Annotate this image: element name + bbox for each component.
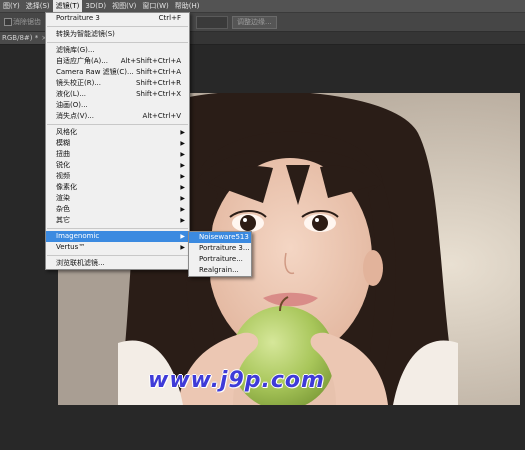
menu-separator xyxy=(47,124,188,125)
menu-item-distort[interactable]: 扭曲 ▶ xyxy=(46,149,189,160)
menu-item-blur[interactable]: 模糊 ▶ xyxy=(46,138,189,149)
imagenomic-submenu: Noiseware513 Portraiture 3... Portraitur… xyxy=(188,231,252,277)
menu-3d[interactable]: 3D(D) xyxy=(82,0,109,12)
menu-item-shortcut: Shift+Ctrl+X xyxy=(136,90,181,98)
menu-item-label: 转换为智能滤镜(S) xyxy=(56,30,115,38)
antialias-checkbox[interactable] xyxy=(4,18,12,26)
menu-item-label: Imagenomic xyxy=(56,232,100,240)
menu-filter[interactable]: 滤镜(T) xyxy=(52,0,83,12)
menu-item-label: 模糊 xyxy=(56,139,70,147)
menu-item-label: Portraiture... xyxy=(199,255,243,263)
submenu-arrow-icon: ▶ xyxy=(180,173,185,180)
menu-item-shortcut: Shift+Ctrl+A xyxy=(136,68,181,76)
menu-separator xyxy=(47,255,188,256)
submenu-arrow-icon: ▶ xyxy=(180,151,185,158)
menu-item-label: Portraiture 3... xyxy=(199,244,250,252)
menu-help[interactable]: 帮助(H) xyxy=(172,0,203,12)
submenu-arrow-icon: ▶ xyxy=(180,140,185,147)
menu-item-label: Vertus™ xyxy=(56,243,86,251)
watermark-text: www.j9p.com xyxy=(148,368,325,393)
menu-separator xyxy=(47,228,188,229)
submenu-arrow-icon: ▶ xyxy=(180,184,185,191)
menu-item-label: 视频 xyxy=(56,172,70,180)
menu-item-vertus[interactable]: Vertus™ ▶ xyxy=(46,242,189,253)
menu-item-pixelate[interactable]: 像素化 ▶ xyxy=(46,182,189,193)
menu-item-liquify[interactable]: 液化(L)... Shift+Ctrl+X xyxy=(46,89,189,100)
menu-item-label: 消失点(V)... xyxy=(56,112,94,120)
menu-item-camera-raw[interactable]: Camera Raw 滤镜(C)... Shift+Ctrl+A xyxy=(46,67,189,78)
menu-item-lens-correction[interactable]: 镜头校正(R)... Shift+Ctrl+R xyxy=(46,78,189,89)
menu-item-label: Portraiture 3 xyxy=(56,14,100,22)
filter-menu-dropdown: Portraiture 3 Ctrl+F 转换为智能滤镜(S) 滤镜库(G)..… xyxy=(45,12,190,270)
menu-item-noise[interactable]: 杂色 ▶ xyxy=(46,204,189,215)
menu-item-label: Camera Raw 滤镜(C)... xyxy=(56,68,134,76)
submenu-arrow-icon: ▶ xyxy=(180,233,185,240)
menu-separator xyxy=(47,26,188,27)
document-tab-title: RGB/8#) * xyxy=(2,34,39,42)
menu-item-filter-gallery[interactable]: 滤镜库(G)... xyxy=(46,45,189,56)
submenu-arrow-icon: ▶ xyxy=(180,162,185,169)
menu-item-label: 杂色 xyxy=(56,205,70,213)
submenu-item-portraiture[interactable]: Portraiture... xyxy=(189,254,251,265)
menu-item-label: Realgrain... xyxy=(199,266,239,274)
menu-item-label: 风格化 xyxy=(56,128,77,136)
menu-item-convert-smart[interactable]: 转换为智能滤镜(S) xyxy=(46,29,189,40)
menu-item-render[interactable]: 渲染 ▶ xyxy=(46,193,189,204)
menu-separator xyxy=(47,42,188,43)
menu-item-label: 镜头校正(R)... xyxy=(56,79,102,87)
menu-item-label: 渲染 xyxy=(56,194,70,202)
refine-edge-button[interactable]: 调整边缘... xyxy=(232,16,277,29)
submenu-item-realgrain[interactable]: Realgrain... xyxy=(189,265,251,276)
submenu-arrow-icon: ▶ xyxy=(180,206,185,213)
menu-item-label: 滤镜库(G)... xyxy=(56,46,95,54)
menu-image[interactable]: 图(Y) xyxy=(0,0,23,12)
menu-item-label: 扭曲 xyxy=(56,150,70,158)
options-field[interactable] xyxy=(196,16,228,29)
menu-item-shortcut: Shift+Ctrl+R xyxy=(136,79,181,87)
antialias-label: 消除锯齿 xyxy=(13,18,41,26)
menu-view[interactable]: 视图(V) xyxy=(109,0,139,12)
submenu-arrow-icon: ▶ xyxy=(180,244,185,251)
menu-item-shortcut: Alt+Ctrl+V xyxy=(142,112,181,120)
menu-item-shortcut: Ctrl+F xyxy=(158,14,181,22)
submenu-item-noiseware[interactable]: Noiseware513 xyxy=(189,232,251,243)
menu-item-last-filter[interactable]: Portraiture 3 Ctrl+F xyxy=(46,13,189,24)
menu-item-vanishing-point[interactable]: 消失点(V)... Alt+Ctrl+V xyxy=(46,111,189,122)
menu-item-label: 锐化 xyxy=(56,161,70,169)
submenu-arrow-icon: ▶ xyxy=(180,217,185,224)
menu-item-label: 液化(L)... xyxy=(56,90,87,98)
document-tab[interactable]: RGB/8#) *× xyxy=(0,32,52,44)
submenu-arrow-icon: ▶ xyxy=(180,129,185,136)
menu-item-oil-paint[interactable]: 油画(O)... xyxy=(46,100,189,111)
menu-item-sharpen[interactable]: 锐化 ▶ xyxy=(46,160,189,171)
menu-item-label: 像素化 xyxy=(56,183,77,191)
menu-window[interactable]: 窗口(W) xyxy=(139,0,171,12)
menu-item-video[interactable]: 视频 ▶ xyxy=(46,171,189,182)
menu-item-stylize[interactable]: 风格化 ▶ xyxy=(46,127,189,138)
menu-item-label: 自适应广角(A)... xyxy=(56,57,108,65)
menu-item-label: 油画(O)... xyxy=(56,101,88,109)
menu-item-label: Noiseware513 xyxy=(199,233,249,241)
menu-item-shortcut: Alt+Shift+Ctrl+A xyxy=(120,57,181,65)
menu-item-label: 其它 xyxy=(56,216,70,224)
submenu-item-portraiture3[interactable]: Portraiture 3... xyxy=(189,243,251,254)
menu-item-adaptive-wide-angle[interactable]: 自适应广角(A)... Alt+Shift+Ctrl+A xyxy=(46,56,189,67)
menu-item-imagenomic[interactable]: Imagenomic ▶ xyxy=(46,231,189,242)
menu-item-label: 浏览联机滤镜... xyxy=(56,259,105,267)
menu-item-other[interactable]: 其它 ▶ xyxy=(46,215,189,226)
submenu-arrow-icon: ▶ xyxy=(180,195,185,202)
menu-select[interactable]: 选择(S) xyxy=(23,0,53,12)
menu-item-browse-online[interactable]: 浏览联机滤镜... xyxy=(46,258,189,269)
